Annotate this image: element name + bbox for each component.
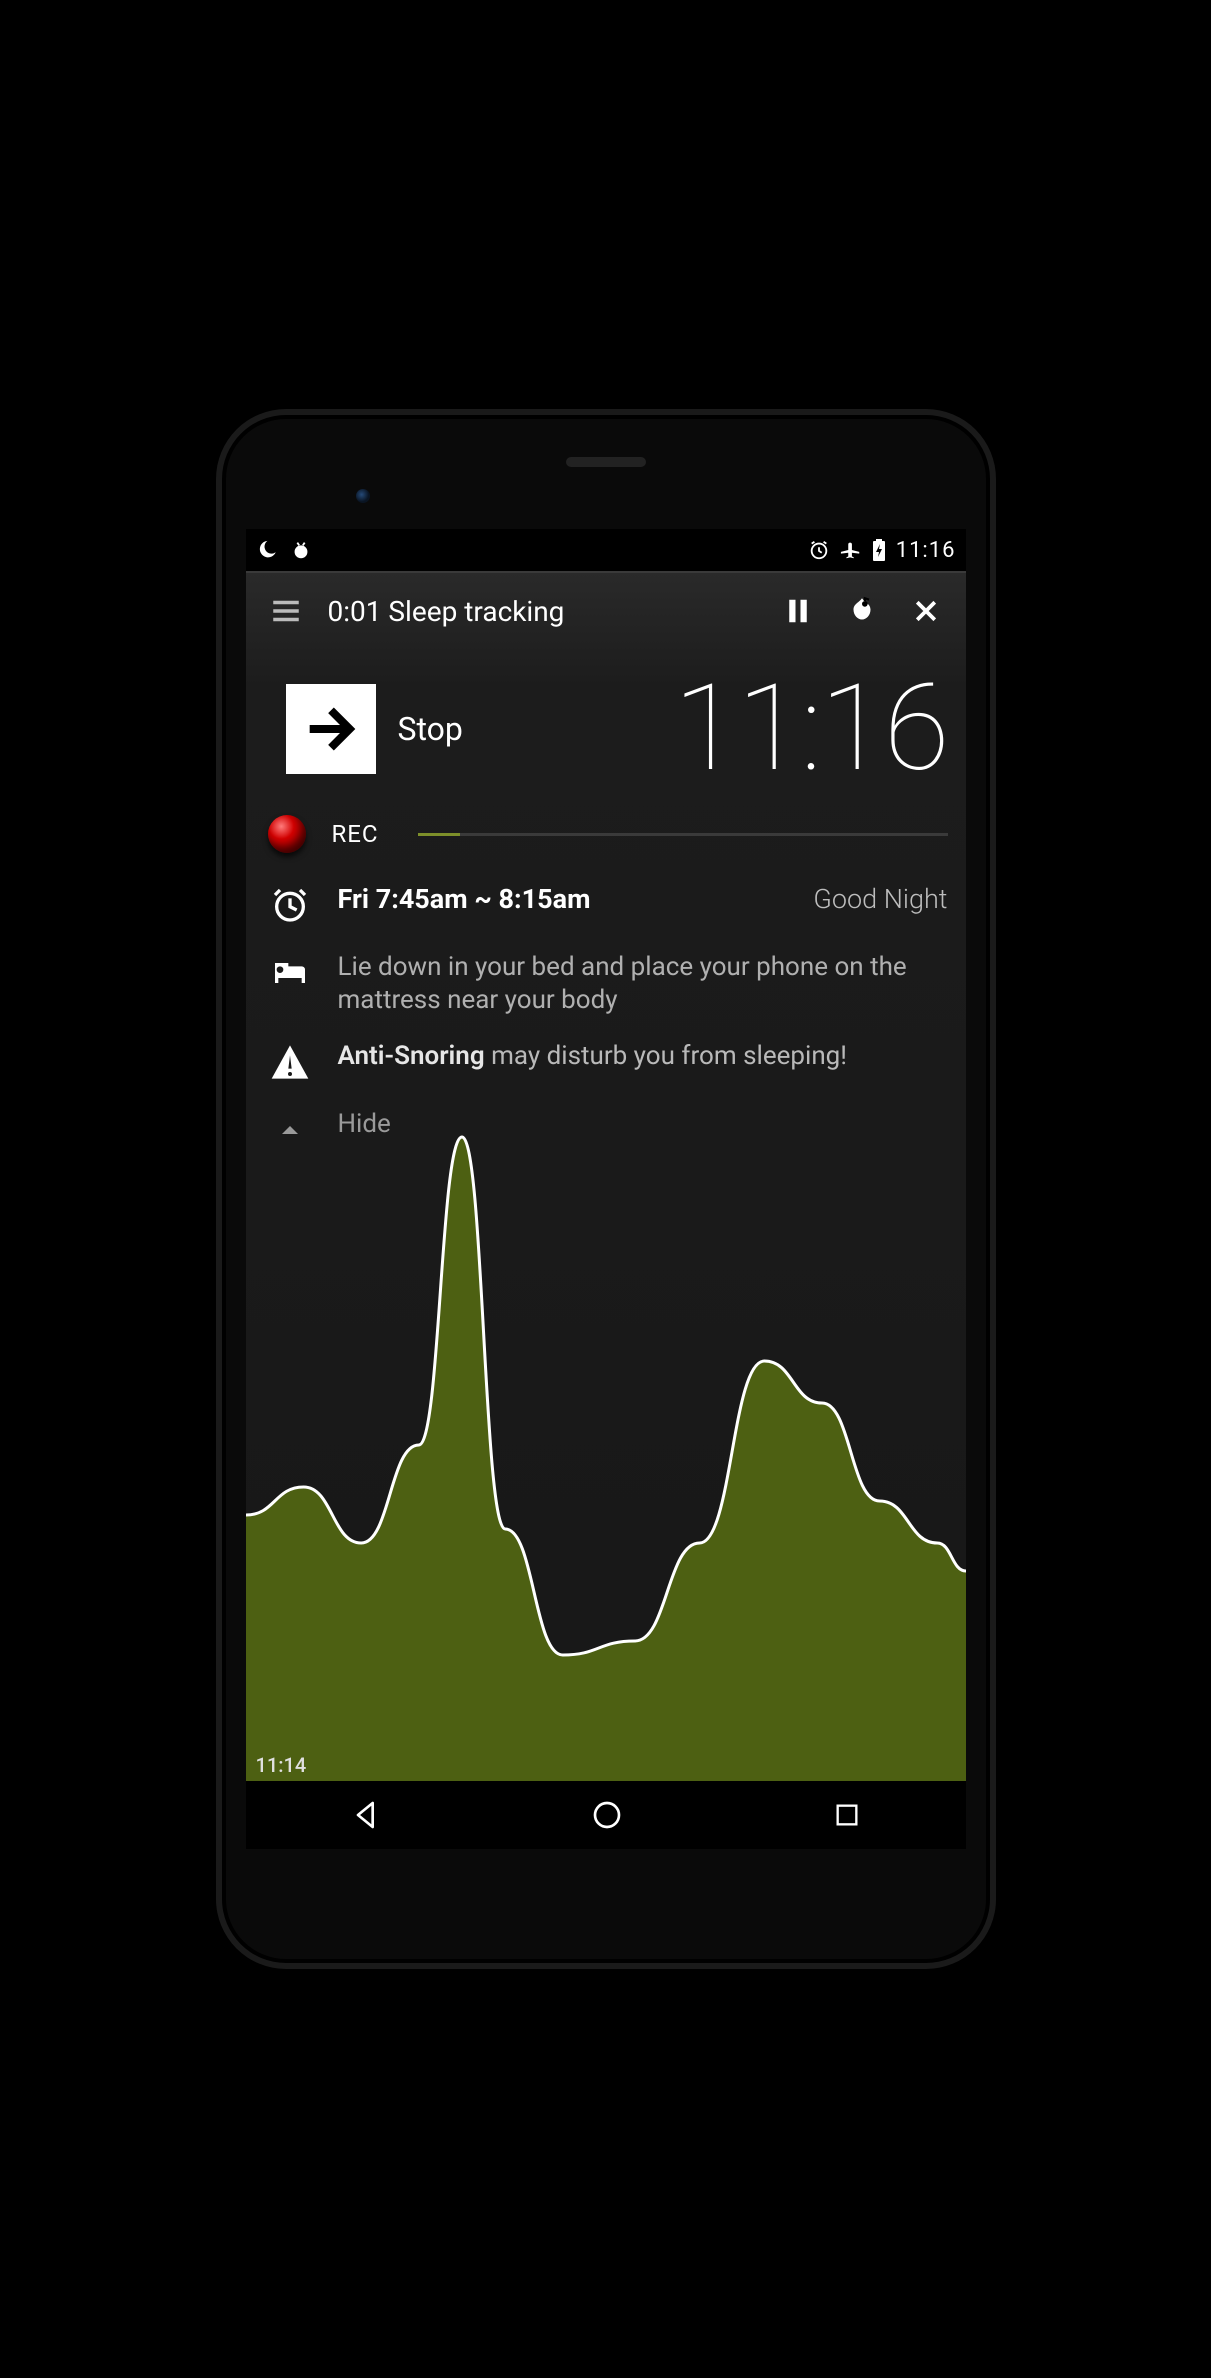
rec-label: REC <box>332 820 392 848</box>
nav-home-button[interactable] <box>591 1799 623 1831</box>
chart-start-time: 11:14 <box>256 1753 307 1777</box>
rec-indicator-icon <box>268 815 306 853</box>
rec-progress-fill <box>418 833 460 836</box>
nav-recent-button[interactable] <box>833 1801 861 1829</box>
android-debug-icon <box>290 539 312 561</box>
hide-row[interactable]: Hide <box>268 1096 948 1164</box>
alarm-set-icon <box>808 539 830 561</box>
close-button[interactable] <box>904 589 948 633</box>
alarm-time: Fri 7:45am ~ 8:15am <box>338 883 591 917</box>
status-left <box>256 539 312 561</box>
menu-button[interactable] <box>264 589 308 633</box>
rec-row: REC <box>246 799 966 861</box>
nav-back-button[interactable] <box>350 1799 382 1831</box>
status-right: 11:16 <box>808 538 956 563</box>
bed-icon <box>268 951 312 995</box>
rec-progress <box>418 833 948 836</box>
clock-row: Stop 11:16 <box>246 649 966 799</box>
stop-label: Stop <box>398 710 463 748</box>
camera-dot <box>356 489 370 503</box>
android-nav-bar <box>246 1781 966 1849</box>
phone-frame: 11:16 0:01 Sleep tracking <box>216 409 996 1969</box>
screen: 11:16 0:01 Sleep tracking <box>246 529 966 1849</box>
warning-rest: may disturb you from sleeping! <box>485 1041 847 1071</box>
arrow-right-icon <box>286 684 376 774</box>
alarm-clock-icon <box>268 883 312 927</box>
status-time: 11:16 <box>896 538 956 563</box>
warning-icon <box>268 1040 312 1084</box>
android-status-bar: 11:16 <box>246 529 966 571</box>
info-list: Fri 7:45am ~ 8:15am Good Night Lie down … <box>246 861 966 1164</box>
sleep-chart <box>246 1081 966 1781</box>
moon-icon <box>256 539 278 561</box>
instruction-text: Lie down in your bed and place your phon… <box>338 951 948 1016</box>
app-bar: 0:01 Sleep tracking <box>246 573 966 649</box>
lullaby-button[interactable] <box>840 589 884 633</box>
warning-row: Anti-Snoring may disturb you from sleepi… <box>268 1028 948 1096</box>
battery-charging-icon <box>872 539 886 561</box>
instruction-row: Lie down in your bed and place your phon… <box>268 939 948 1028</box>
alarm-greeting: Good Night <box>813 883 947 917</box>
airplane-mode-icon <box>840 539 862 561</box>
alarm-row[interactable]: Fri 7:45am ~ 8:15am Good Night <box>268 871 948 939</box>
warning-text: Anti-Snoring may disturb you from sleepi… <box>338 1040 948 1073</box>
hide-label: Hide <box>338 1108 948 1141</box>
stop-button[interactable]: Stop <box>286 684 463 774</box>
current-time: 11:16 <box>489 669 948 789</box>
chevron-up-icon <box>268 1108 312 1152</box>
pause-button[interactable] <box>776 589 820 633</box>
app-title: 0:01 Sleep tracking <box>328 595 756 628</box>
warning-bold: Anti-Snoring <box>338 1041 485 1071</box>
